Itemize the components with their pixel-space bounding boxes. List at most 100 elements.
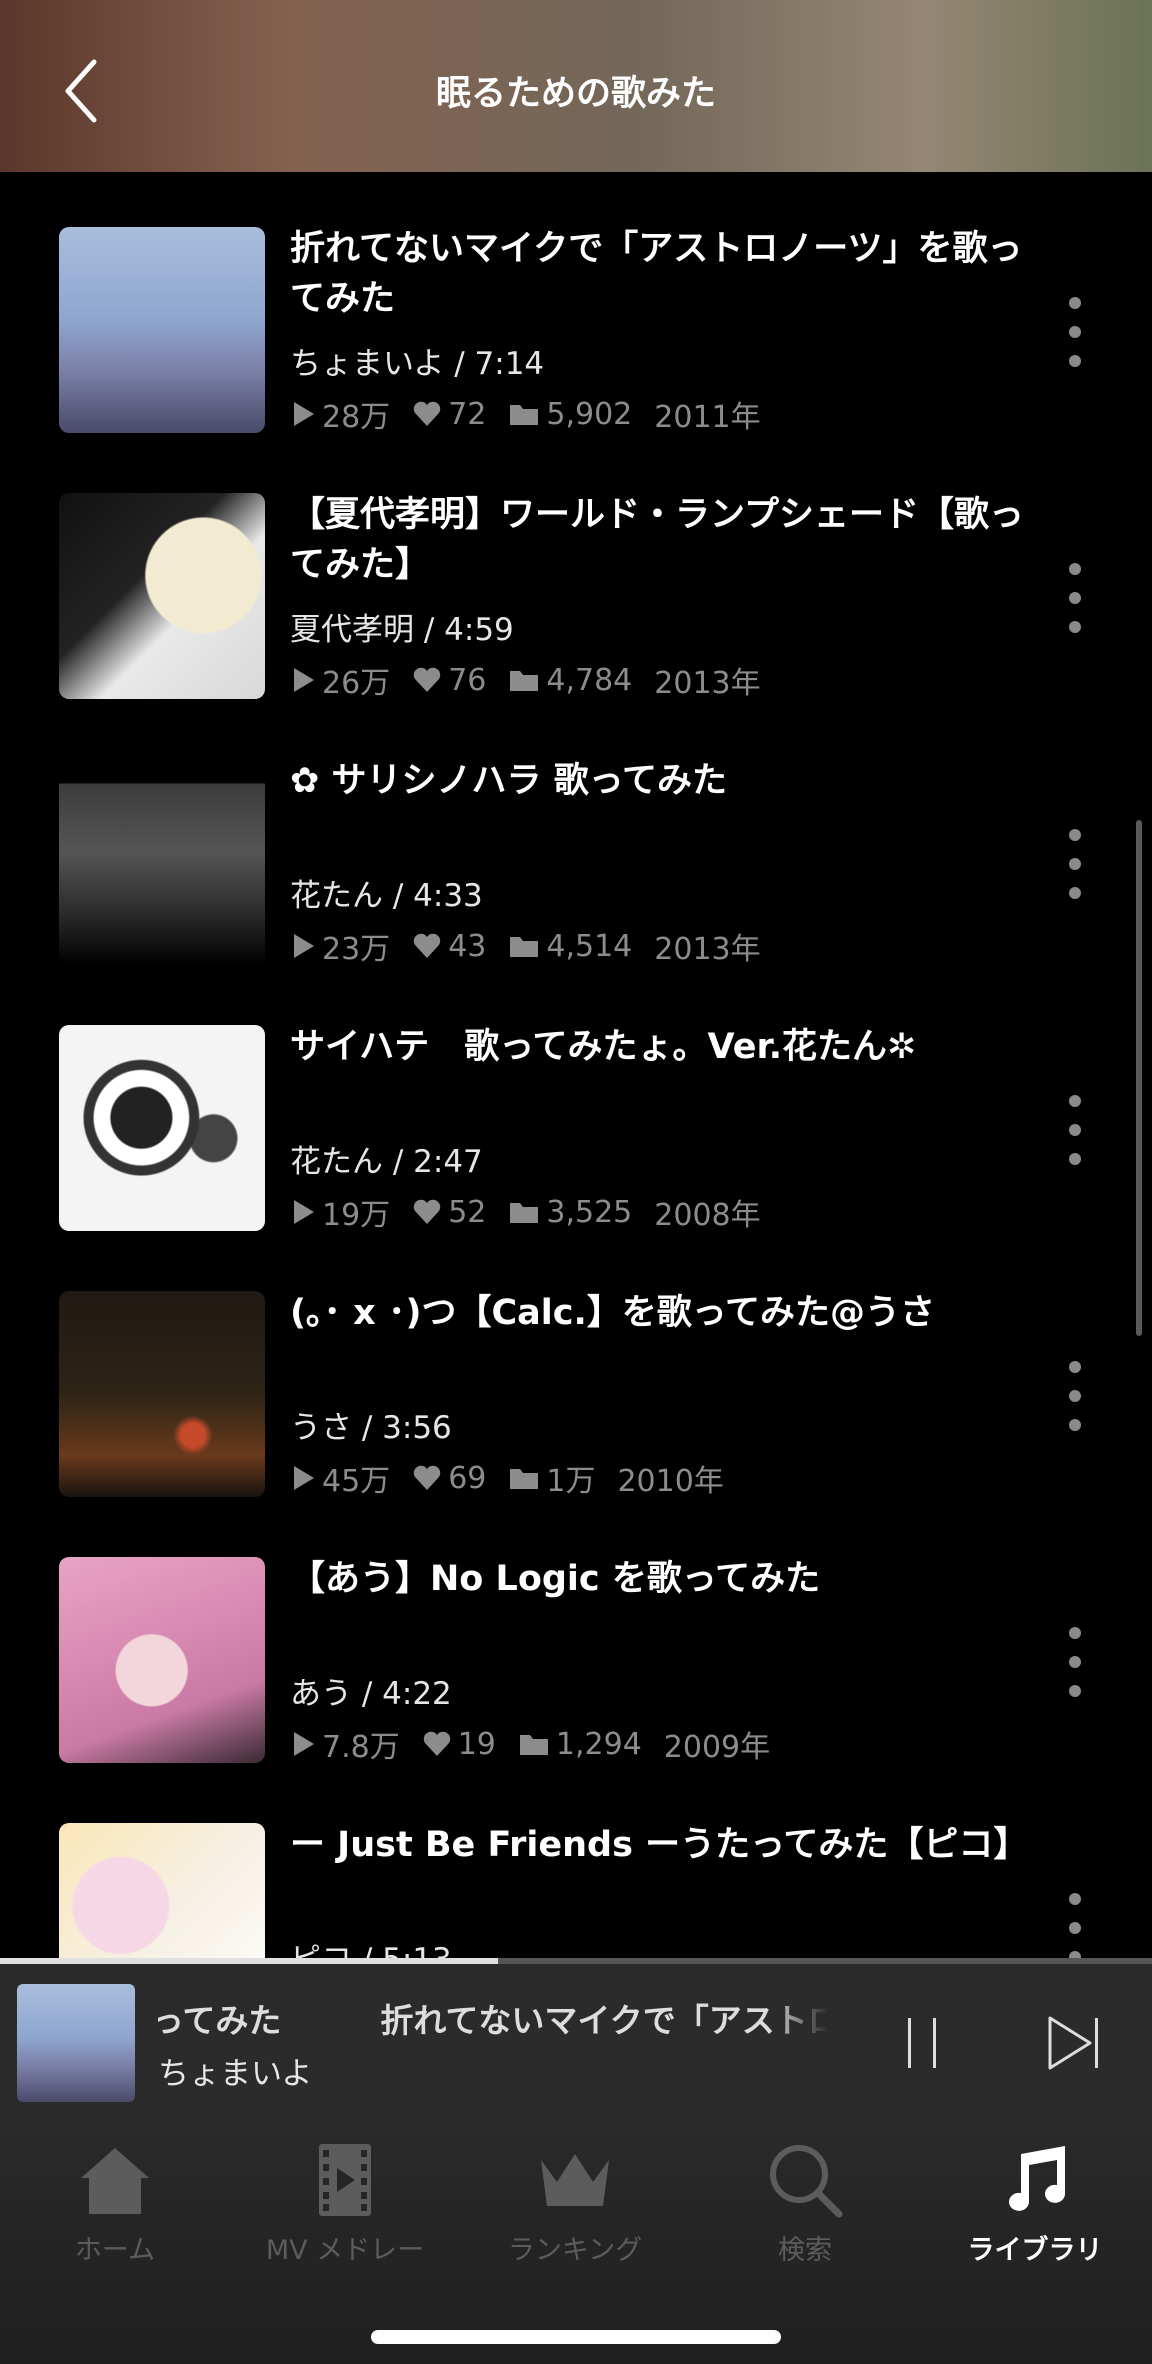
more-icon	[1069, 1095, 1081, 1107]
song-thumbnail	[59, 1025, 265, 1231]
tab-ranking[interactable]: ランキング	[460, 2140, 690, 2280]
music-note-icon	[1009, 2146, 1065, 2211]
song-artist-duration: 花たん / 4:33	[290, 878, 483, 914]
more-options-button[interactable]	[1055, 1361, 1095, 1431]
song-thumbnail	[59, 493, 265, 699]
film-icon	[319, 2144, 371, 2216]
more-options-button[interactable]	[1055, 1095, 1095, 1165]
heart-icon	[413, 667, 441, 692]
more-icon	[1069, 829, 1081, 841]
song-item[interactable]: (｡･ x ･)つ【Calc.】を歌ってみた@うさ うさ / 3:56 45万 …	[0, 1236, 1152, 1502]
play-count-icon	[294, 1732, 314, 1756]
play-count: 26万	[322, 666, 391, 701]
more-icon	[1069, 1627, 1081, 1639]
song-stats: 7.8万 19 1,294 2009年	[290, 1722, 792, 1766]
skip-next-icon	[1048, 2016, 1098, 2070]
song-thumbnail	[59, 1823, 265, 1958]
header: 眠るための歌みた	[0, 0, 1152, 172]
song-item[interactable]: ー Just Be Friends ーうたってみた【ピコ】 ピコ / 5:13	[0, 1768, 1152, 1958]
more-icon	[1069, 563, 1081, 575]
upload-year: 2010年	[617, 1464, 724, 1499]
song-stats: 26万 76 4,784 2013年	[290, 658, 783, 702]
mylist-count: 1,294	[555, 1726, 642, 1762]
song-list[interactable]: 折れてないマイクで「アストロノーツ」を歌ってみた ちょまいよ / 7:14 28…	[0, 172, 1152, 1958]
more-icon	[1069, 1361, 1081, 1373]
like-count: 69	[448, 1460, 487, 1496]
now-playing-title: 歌ってみた 折れてないマイクで「アストロノーツ」を	[158, 2001, 828, 2040]
song-title: 【あう】No Logic を歌ってみた	[290, 1559, 821, 1599]
mini-player[interactable]: 歌ってみた 折れてないマイクで「アストロノーツ」を ちょまいよ	[0, 1964, 1152, 2120]
crown-icon	[541, 2154, 609, 2206]
upload-year: 2013年	[654, 932, 761, 967]
song-artist-duration: ちょまいよ / 7:14	[290, 346, 545, 382]
song-title: 折れてないマイクで「アストロノーツ」を歌ってみた	[290, 229, 1023, 319]
song-item[interactable]: ✿ サリシノハラ 歌ってみた 花たん / 4:33 23万 43 4,514 2…	[0, 704, 1152, 970]
tab-mv-medley[interactable]: MV メドレー	[230, 2140, 460, 2280]
tab-label: ランキング	[507, 2235, 643, 2266]
song-thumbnail	[59, 759, 265, 965]
heart-icon	[413, 1465, 441, 1490]
like-count: 52	[448, 1194, 487, 1230]
more-options-button[interactable]	[1055, 563, 1095, 633]
home-icon	[81, 2148, 149, 2214]
song-stats: 28万 72 5,902 2011年	[290, 392, 783, 436]
play-count-icon	[294, 1466, 314, 1490]
play-count: 7.8万	[322, 1730, 400, 1765]
song-item[interactable]: 【夏代孝明】ワールド・ランプシェード【歌ってみた】 夏代孝明 / 4:59 26…	[0, 438, 1152, 704]
home-indicator[interactable]	[371, 2330, 781, 2344]
song-artist-duration: あう / 4:22	[290, 1676, 452, 1712]
song-title: (｡･ x ･)つ【Calc.】を歌ってみた@うさ	[290, 1293, 936, 1333]
heart-icon	[413, 1199, 441, 1224]
song-artist-duration: ピコ / 5:13	[290, 1934, 452, 1958]
tab-library[interactable]: ライブラリ	[920, 2140, 1150, 2280]
folder-icon	[510, 1469, 539, 1489]
song-item[interactable]: サイハテ 歌ってみたょ。Ver.花たん✲ 花たん / 2:47 19万 52 3…	[0, 970, 1152, 1236]
now-playing-title-marquee: 歌ってみた 折れてないマイクで「アストロノーツ」を	[158, 1994, 828, 2044]
more-options-button[interactable]	[1055, 297, 1095, 367]
song-stats: 19万 52 3,525 2008年	[290, 1190, 783, 1234]
heart-icon	[413, 401, 441, 426]
more-options-button[interactable]	[1055, 829, 1095, 899]
tab-home[interactable]: ホーム	[0, 2140, 230, 2280]
tab-label: MV メドレー	[265, 2235, 425, 2266]
upload-year: 2011年	[654, 400, 761, 435]
more-options-button[interactable]	[1055, 1893, 1095, 1958]
upload-year: 2009年	[663, 1730, 771, 1765]
play-count-icon	[294, 934, 314, 958]
song-thumbnail	[59, 1557, 265, 1763]
tab-search[interactable]: 検索	[690, 2140, 920, 2280]
more-icon	[1069, 1893, 1081, 1905]
folder-icon	[519, 1735, 548, 1755]
song-thumbnail	[59, 227, 265, 433]
play-count-icon	[294, 402, 314, 426]
now-playing-thumbnail	[17, 1984, 135, 2102]
more-options-button[interactable]	[1055, 1627, 1095, 1697]
scrollbar[interactable]	[1136, 820, 1142, 1336]
mylist-count: 5,902	[546, 396, 633, 432]
mylist-count: 1万	[546, 1464, 596, 1499]
song-title: ✿ サリシノハラ 歌ってみた	[290, 761, 727, 801]
now-playing-artist: ちょまいよ	[158, 2056, 313, 2092]
song-title: サイハテ 歌ってみたょ。Ver.花たん✲	[290, 1027, 917, 1067]
folder-icon	[510, 1203, 539, 1223]
tab-label: ホーム	[74, 2235, 156, 2266]
play-count: 28万	[322, 400, 391, 435]
pause-button[interactable]	[904, 2012, 940, 2074]
upload-year: 2013年	[654, 666, 761, 701]
song-item[interactable]: 【あう】No Logic を歌ってみた あう / 4:22 7.8万 19 1,…	[0, 1502, 1152, 1768]
like-count: 72	[448, 396, 487, 432]
play-count-icon	[294, 668, 314, 692]
next-track-button[interactable]	[1045, 2012, 1105, 2074]
chevron-left-icon	[65, 59, 97, 123]
song-artist-duration: 夏代孝明 / 4:59	[290, 612, 514, 648]
like-count: 43	[448, 928, 487, 964]
play-count: 45万	[322, 1464, 391, 1499]
play-count: 19万	[322, 1198, 391, 1233]
tab-label: 検索	[778, 2235, 832, 2266]
heart-icon	[413, 933, 441, 958]
back-button[interactable]	[62, 56, 122, 126]
like-count: 76	[448, 662, 487, 698]
song-title: 【夏代孝明】ワールド・ランプシェード【歌ってみた】	[290, 495, 1024, 585]
song-item[interactable]: 折れてないマイクで「アストロノーツ」を歌ってみた ちょまいよ / 7:14 28…	[0, 172, 1152, 438]
song-title: ー Just Be Friends ーうたってみた【ピコ】	[290, 1825, 1029, 1865]
